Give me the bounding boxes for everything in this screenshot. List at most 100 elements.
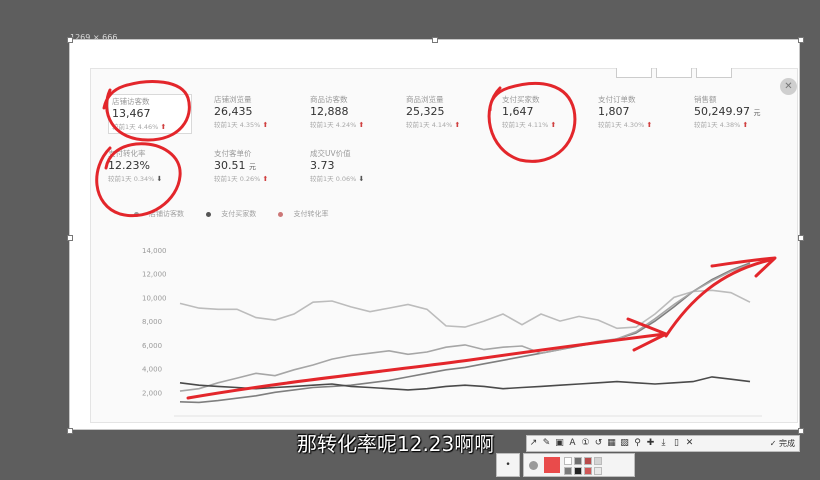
chart-legend: 店铺访客数 支付买家数 支付转化率 [134,209,348,219]
legend-label: 支付买家数 [221,210,257,218]
metric-value: 25,325 [406,105,490,120]
resize-handle-top-left[interactable] [67,37,73,43]
crop-tool-icon[interactable]: ▣ [553,437,566,450]
legend-item[interactable]: 店铺访客数 [134,210,194,218]
text-tool-icon[interactable]: A [566,437,579,450]
color-swatch[interactable] [594,467,602,475]
metric-change: 较前1天 0.06% ⬇ [310,174,394,184]
metric-change-text: 较前1天 0.06% [310,175,357,183]
metric-unit: 元 [249,163,256,171]
metric-card[interactable]: 销售额 50,249.97 元较前1天 4.38% ⬆ [694,94,778,130]
metric-card[interactable]: 成交UV价值 3.73 较前1天 0.06% ⬇ [310,148,394,184]
y-tick-label: 8,000 [142,318,162,326]
trend-up-icon: ⬆ [454,121,461,129]
metric-label: 店铺浏览量 [214,95,252,104]
metric-number: 12.23% [108,159,150,172]
metric-card[interactable]: 商品浏览量 25,325 较前1天 4.14% ⬆ [406,94,490,130]
metric-change-text: 较前1天 0.26% [214,175,261,183]
color-swatch[interactable] [564,457,572,465]
series-line [179,376,751,391]
metric-value: 13,467 [112,107,188,122]
download-icon[interactable]: ⤓ [657,437,670,450]
metric-change: 较前1天 4.24% ⬆ [310,120,394,130]
panel-top-button[interactable] [616,68,652,78]
cancel-icon[interactable]: ✕ [683,437,696,450]
trend-up-icon: ⬆ [160,123,167,131]
close-icon[interactable]: ✕ [780,78,797,95]
metric-card[interactable]: 商品访客数 12,888 较前1天 4.24% ⬆ [310,94,394,130]
y-tick-label: 6,000 [142,342,162,350]
metric-label: 支付客单价 [214,149,252,158]
metric-unit: 元 [753,109,761,117]
color-swatch[interactable] [594,457,602,465]
legend-item[interactable]: 支付买家数 [206,210,266,218]
stroke-size-dot[interactable] [529,461,538,470]
number-marker-icon[interactable]: ① [579,437,592,450]
highlight-icon[interactable]: ▨ [618,437,631,450]
metric-value: 12.23% [108,159,192,174]
metric-card[interactable]: 支付客单价 30.51 元较前1天 0.26% ⬆ [214,148,298,184]
y-tick-label: 14,000 [142,247,167,255]
legend-label: 支付转化率 [293,210,329,218]
metric-label: 店铺访客数 [112,97,150,106]
pencil-tool-icon[interactable]: ✎ [540,437,553,450]
metric-card[interactable]: 支付买家数 1,647 较前1天 4.11% ⬆ [502,94,586,130]
metric-number: 30.51 [214,159,246,172]
undo-icon[interactable]: ↺ [592,437,605,450]
pin-icon[interactable]: ⚲ [631,437,644,450]
metric-number: 1,807 [598,105,630,118]
color-swatch[interactable] [574,457,582,465]
save-icon[interactable]: ✚ [644,437,657,450]
legend-marker-icon [278,211,284,217]
legend-item[interactable]: 支付转化率 [278,210,338,218]
series-line [179,262,751,404]
color-swatch[interactable] [564,467,572,475]
metric-value: 1,807 [598,105,682,120]
metric-change: 较前1天 4.30% ⬆ [598,120,682,130]
metric-value: 12,888 [310,105,394,120]
metric-value: 3.73 [310,159,394,174]
metric-change-text: 较前1天 4.30% [598,121,645,129]
color-palette [523,453,635,477]
y-tick-label: 10,000 [142,294,167,302]
metric-value: 1,647 [502,105,586,120]
metric-value: 26,435 [214,105,298,120]
mosaic-icon[interactable]: ▦ [605,437,618,450]
metric-card[interactable]: 店铺访客数 13,467 较前1天 4.46% ⬆ [108,94,192,134]
metric-change-text: 较前1天 4.11% [502,121,549,129]
metric-change: 较前1天 4.14% ⬆ [406,120,490,130]
metric-change-text: 较前1天 4.24% [310,121,357,129]
resize-handle-right[interactable] [798,235,804,241]
arrow-tool-icon[interactable]: ↗ [527,437,540,450]
done-button[interactable]: ✓ 完成 [770,438,799,449]
trend-down-icon: ⬇ [156,175,163,183]
resize-handle-top[interactable] [432,37,438,43]
metric-number: 3.73 [310,159,335,172]
metric-change: 较前1天 4.46% ⬆ [112,122,188,132]
current-color-swatch[interactable] [544,457,560,473]
resize-handle-left[interactable] [67,235,73,241]
bookmark-icon[interactable]: ▯ [670,437,683,450]
metric-change: 较前1天 0.34% ⬇ [108,174,192,184]
trend-line-chart: 14,000 12,000 10,000 8,000 6,000 4,000 2,000 [142,247,762,417]
color-swatch[interactable] [584,467,592,475]
metric-change: 较前1天 4.38% ⬆ [694,120,778,130]
color-swatch[interactable] [584,457,592,465]
metric-number: 50,249.97 [694,105,750,118]
trend-up-icon: ⬆ [742,121,749,129]
metric-card[interactable]: 支付转化率 12.23% 较前1天 0.34% ⬇ [108,148,192,184]
y-tick-label: 4,000 [142,366,162,374]
metric-number: 1,647 [502,105,534,118]
metric-card[interactable]: 店铺浏览量 26,435 较前1天 4.35% ⬆ [214,94,298,130]
y-tick-label: 2,000 [142,389,162,397]
resize-handle-bottom-right[interactable] [798,428,804,434]
color-swatch[interactable] [574,467,582,475]
metric-label: 销售额 [694,95,717,104]
panel-top-button[interactable] [656,68,692,78]
resize-handle-bottom-left[interactable] [67,428,73,434]
panel-top-button[interactable] [696,68,732,78]
stroke-size-selector[interactable]: • [496,453,520,477]
resize-handle-top-right[interactable] [798,37,804,43]
metric-number: 25,325 [406,105,445,118]
metric-card[interactable]: 支付订单数 1,807 较前1天 4.30% ⬆ [598,94,682,130]
